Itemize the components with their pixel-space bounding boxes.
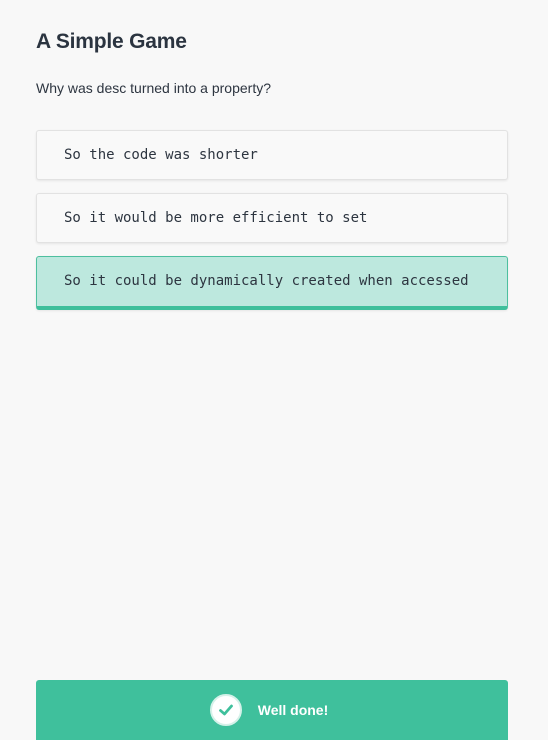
answer-option-2[interactable]: So it would be more efficient to set: [36, 193, 508, 243]
page-title: A Simple Game: [36, 30, 187, 53]
question-text: Why was desc turned into a property?: [36, 80, 272, 96]
checkmark-icon: [209, 694, 242, 726]
quiz-page: A Simple Game Why was desc turned into a…: [36, 0, 508, 740]
well-done-banner[interactable]: Well done!: [36, 680, 508, 740]
answer-option-3-correct[interactable]: So it could be dynamically created when …: [36, 256, 508, 310]
answer-option-1[interactable]: So the code was shorter: [36, 130, 508, 180]
answer-options: So the code was shorter So it would be m…: [36, 130, 508, 323]
well-done-label: Well done!: [257, 702, 329, 718]
